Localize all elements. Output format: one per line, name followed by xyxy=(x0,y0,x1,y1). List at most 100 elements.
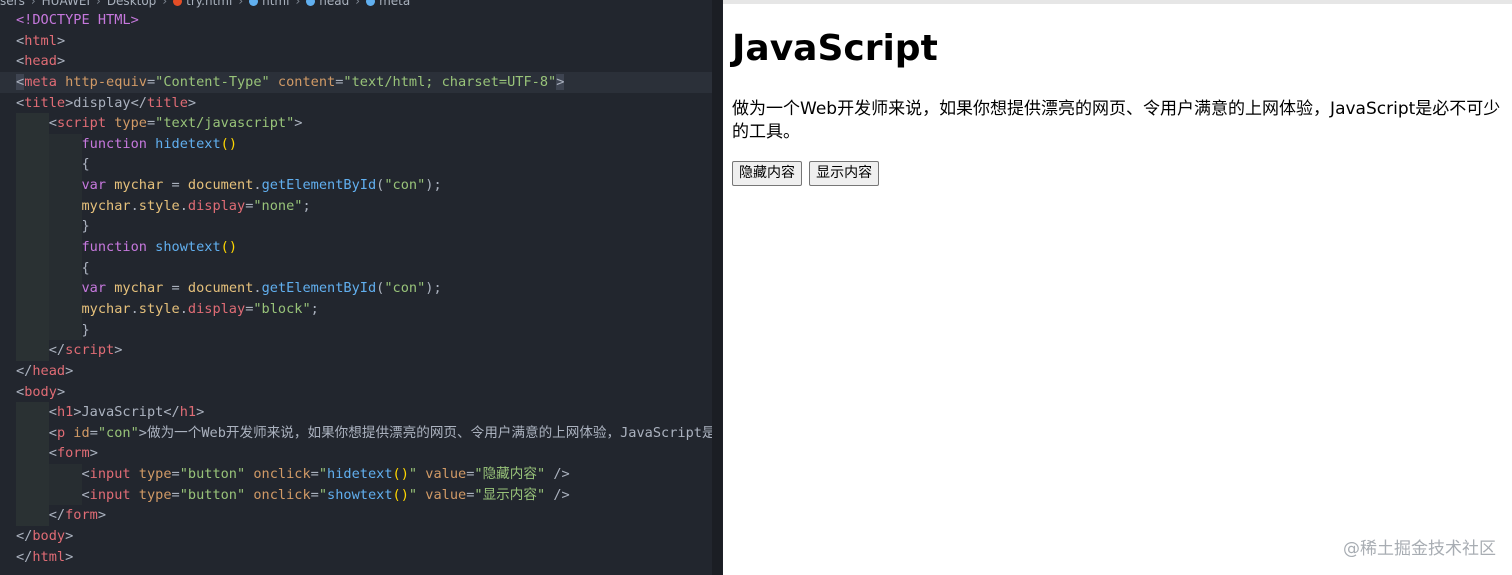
code-token: "text/javascript" xyxy=(155,115,295,132)
code-area[interactable]: <!DOCTYPE HTML> <html> <head> <meta http-eq… xyxy=(0,10,712,567)
code-token: > xyxy=(65,362,74,379)
breadcrumb-separator-icon: › xyxy=(96,0,101,8)
code-token: "button" xyxy=(179,466,246,483)
code-line[interactable]: </html> xyxy=(0,547,712,568)
code-token: type xyxy=(106,115,147,132)
code-token: function xyxy=(81,135,147,152)
code-token: < xyxy=(16,94,25,111)
breadcrumb-item[interactable]: sers xyxy=(0,0,25,8)
code-token: < xyxy=(16,53,25,70)
element-icon xyxy=(306,0,316,6)
code-token: "con" xyxy=(384,280,426,297)
breadcrumb-item[interactable]: Desktop xyxy=(107,0,157,8)
breadcrumb-separator-icon: › xyxy=(238,0,244,8)
code-line[interactable]: var mychar = document.getElementById("co… xyxy=(0,278,712,299)
code-line[interactable]: <html> xyxy=(0,31,712,52)
code-token: = xyxy=(163,177,188,194)
code-token: () xyxy=(220,135,238,152)
code-line[interactable]: } xyxy=(0,216,712,238)
code-token: "隐藏内容" xyxy=(474,466,546,483)
code-token: > xyxy=(56,32,66,49)
code-line[interactable]: { xyxy=(0,154,712,176)
code-token: script xyxy=(56,115,107,132)
code-line[interactable]: mychar.style.display="none"; xyxy=(0,195,712,217)
breadcrumb-item[interactable]: meta xyxy=(379,0,410,8)
code-token: hidetext xyxy=(327,466,393,483)
code-token: "block" xyxy=(253,300,311,317)
code-line[interactable]: function hidetext() xyxy=(0,133,712,155)
breadcrumb-item[interactable]: HUAWEI xyxy=(42,0,90,8)
code-token: > xyxy=(196,404,205,421)
code-line[interactable]: <meta http-equiv="Content-Type" content=… xyxy=(0,71,712,93)
code-token: > xyxy=(97,507,107,524)
code-token: head xyxy=(24,53,57,70)
code-token: type xyxy=(130,486,172,503)
breadcrumb: sers › HUAWEI › Desktop › try.html › html › head › m… xyxy=(0,0,722,8)
code-token: onclick xyxy=(245,486,311,503)
code-token: . xyxy=(179,197,188,214)
code-token: showtext xyxy=(327,486,393,503)
hide-content-button[interactable]: 隐藏内容 xyxy=(732,161,802,186)
code-token: p xyxy=(56,424,66,441)
code-line[interactable]: <!DOCTYPE HTML> xyxy=(0,10,712,31)
code-line[interactable]: <p id="con">做为一个Web开发师来说，如果你想提供漂亮的网页、令用户… xyxy=(0,422,712,444)
code-token: mychar xyxy=(106,177,164,194)
code-token: } xyxy=(81,218,90,235)
code-token: </ xyxy=(48,342,66,359)
code-token: "text/html; charset=UTF-8" xyxy=(343,73,557,90)
code-token: " xyxy=(318,466,328,483)
code-token: var xyxy=(81,177,107,194)
code-token: { xyxy=(81,156,90,173)
code-line[interactable]: <input type="button" onclick="showtext()… xyxy=(0,484,712,506)
code-token: . xyxy=(130,300,139,317)
code-line[interactable]: </body> xyxy=(0,526,712,547)
code-line[interactable]: </script> xyxy=(0,340,712,361)
code-token: > xyxy=(65,528,74,545)
code-line[interactable]: { xyxy=(0,257,712,279)
breadcrumb-item[interactable]: head xyxy=(319,0,349,8)
code-token: = xyxy=(310,466,319,483)
breadcrumb-separator-icon: › xyxy=(162,0,168,8)
show-content-button[interactable]: 显示内容 xyxy=(809,161,880,186)
code-line[interactable]: <input type="button" onclick="hidetext()… xyxy=(0,464,712,485)
code-line[interactable]: </head> xyxy=(0,361,712,382)
element-icon xyxy=(366,0,376,6)
code-token: html xyxy=(32,548,66,565)
code-token: = xyxy=(310,486,319,503)
breadcrumb-item[interactable]: try.html xyxy=(186,0,232,8)
code-line[interactable]: <title>display</title> xyxy=(0,93,712,114)
code-line[interactable]: <body> xyxy=(0,382,712,403)
code-token: function xyxy=(81,239,147,256)
code-token: < xyxy=(16,383,25,400)
code-token: > xyxy=(114,342,123,359)
code-line[interactable]: function showtext() xyxy=(0,237,712,258)
code-token: ); xyxy=(425,177,442,194)
code-line[interactable]: var mychar = document.getElementById("co… xyxy=(0,175,712,196)
code-token: = xyxy=(171,466,180,483)
breadcrumb-separator-icon: › xyxy=(295,0,301,8)
code-line[interactable]: <head> xyxy=(0,51,712,72)
page-paragraph: 做为一个Web开发师来说，如果你想提供漂亮的网页、令用户满意的上网体验，Java… xyxy=(732,99,1501,142)
code-token: "con" xyxy=(384,177,426,194)
code-token: title xyxy=(146,94,188,111)
code-line[interactable]: mychar.style.display="block"; xyxy=(0,298,712,320)
pane-splitter[interactable] xyxy=(712,0,1432,575)
code-line[interactable]: </form> xyxy=(0,505,712,527)
code-line[interactable]: <h1>JavaScript</h1> xyxy=(0,402,712,423)
code-token: < xyxy=(48,445,57,462)
code-token: < xyxy=(16,73,25,90)
code-token: "con" xyxy=(97,424,139,441)
code-token: > xyxy=(187,94,197,111)
code-editor[interactable]: sers › HUAWEI › Desktop › try.html › html › head › m… xyxy=(0,0,722,575)
breadcrumb-item[interactable]: html xyxy=(262,0,289,8)
code-token: style xyxy=(138,197,180,214)
code-token: script xyxy=(65,342,115,359)
code-line[interactable]: } xyxy=(0,319,712,341)
code-token: () xyxy=(220,239,238,256)
code-token: onclick xyxy=(245,466,311,483)
code-token: getElementById xyxy=(261,177,377,194)
page-heading: JavaScript xyxy=(732,28,938,69)
code-token: " xyxy=(408,486,418,503)
code-line[interactable]: <form> xyxy=(0,443,712,465)
code-line[interactable]: <script type="text/javascript"> xyxy=(0,113,712,134)
